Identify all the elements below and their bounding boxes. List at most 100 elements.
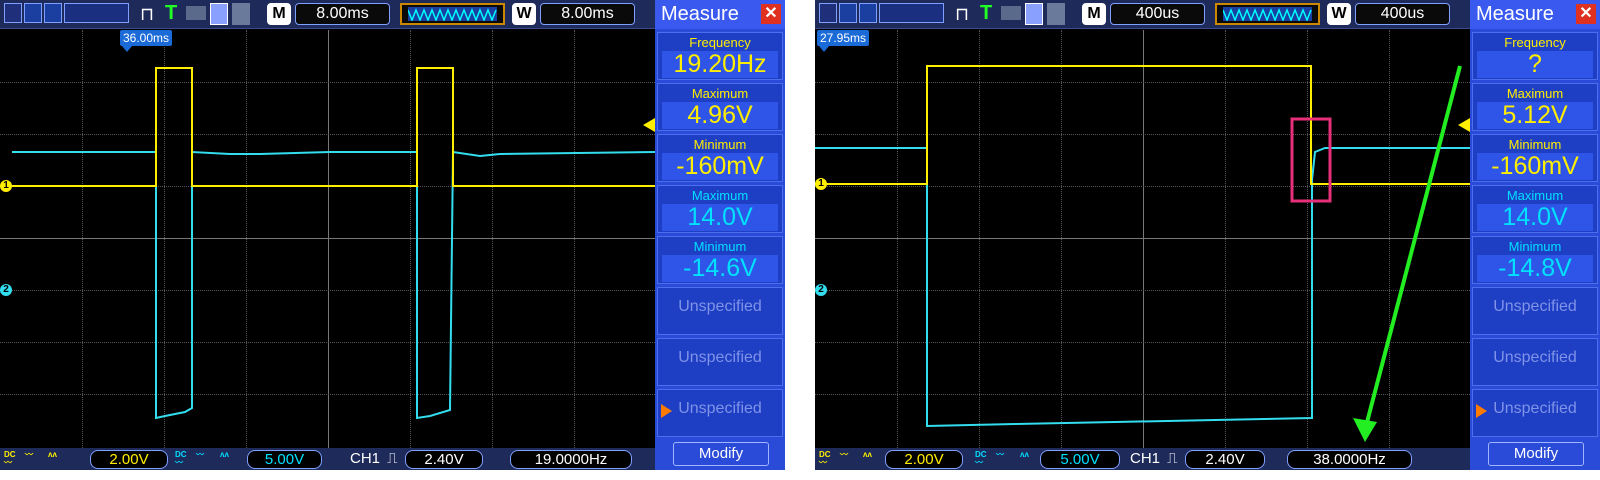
measure-item-unspecified[interactable]: Unspecified xyxy=(1472,338,1598,386)
measure-item-ch1-minimum[interactable]: Minimum -160mV xyxy=(657,134,783,182)
trigger-position-label: 27.95ms xyxy=(817,30,870,52)
measure-label: Maximum xyxy=(1506,86,1564,101)
ch1-bandwidth-icon: ʌʌ xyxy=(48,450,57,459)
measure-value: -160mV xyxy=(1477,153,1593,180)
ch1-scale-value[interactable]: 2.00V xyxy=(885,450,963,469)
measure-value: 19.20Hz xyxy=(662,51,778,78)
trigger-level-value[interactable]: 2.40V xyxy=(1185,450,1265,469)
trigger-edge-icon: ⊓ xyxy=(140,4,155,24)
save-icon[interactable] xyxy=(1025,3,1043,25)
ch2-bandwidth-icon: ʌʌ xyxy=(1020,450,1029,459)
waveform-display: 36.00ms 1 2 xyxy=(0,30,655,448)
measure-label: Frequency xyxy=(689,35,751,50)
window-timebase-value: 8.00ms xyxy=(540,3,635,25)
measure-unspecified-label: Unspecified xyxy=(678,400,762,417)
measure-item-ch1-minimum[interactable]: Minimum -160mV xyxy=(1472,134,1598,182)
measure-label: Minimum xyxy=(693,137,747,152)
trigger-source-label: CH1 xyxy=(350,450,381,467)
rising-edge-icon: ⎍ xyxy=(387,450,398,467)
ch2-marker[interactable]: 2 xyxy=(815,284,827,296)
measure-panel: Measure ✕ Frequency ? Maximum 5.12V Mini… xyxy=(1470,0,1600,470)
trigger-level-marker[interactable] xyxy=(1458,118,1470,132)
measure-item-ch2-minimum[interactable]: Minimum -14.6V xyxy=(657,236,783,284)
measure-item-unspecified[interactable]: Unspecified xyxy=(657,287,783,335)
modify-button[interactable]: Modify xyxy=(1488,442,1584,466)
window-timebase-button[interactable]: W xyxy=(512,3,536,25)
modify-button[interactable]: Modify xyxy=(673,442,769,466)
ch2-scale-value[interactable]: 5.00V xyxy=(1040,450,1120,469)
measure-item-ch2-minimum[interactable]: Minimum -14.8V xyxy=(1472,236,1598,284)
math-wave-icon[interactable] xyxy=(4,3,22,23)
usb-icon xyxy=(1001,6,1021,20)
ch2-probe-icon: 〰 xyxy=(996,450,1004,459)
frequency-counter-value: 38.0000Hz xyxy=(1287,450,1412,469)
display-icon[interactable] xyxy=(859,3,877,23)
ch1-scale-value[interactable]: 2.00V xyxy=(90,450,168,469)
measure-item-unspecified[interactable]: Unspecified xyxy=(657,338,783,386)
ch1-probe-icon: 〰 xyxy=(840,450,848,459)
math-wave-icon[interactable] xyxy=(819,3,837,23)
measure-value: -14.8V xyxy=(1477,255,1593,282)
measure-unspecified-label: Unspecified xyxy=(678,298,762,315)
measure-item-unspecified[interactable]: Unspecified xyxy=(1472,287,1598,335)
ch2-probe-icon: 〰 xyxy=(196,450,204,459)
print-icon[interactable] xyxy=(1047,3,1065,25)
measure-item-ch2-maximum[interactable]: Maximum 14.0V xyxy=(1472,185,1598,233)
measure-label: Minimum xyxy=(693,239,747,254)
waveform-window-indicator xyxy=(400,3,505,25)
rising-edge-icon: ⎍ xyxy=(1167,450,1178,467)
ch1-marker[interactable]: 1 xyxy=(0,180,12,192)
measure-panel: Measure ✕ Frequency 19.20Hz Maximum 4.96… xyxy=(655,0,785,470)
main-timebase-button[interactable]: M xyxy=(267,3,291,25)
ch1-probe-icon: 〰 xyxy=(25,450,33,459)
measure-item-ch1-maximum[interactable]: Maximum 4.96V xyxy=(657,83,783,131)
run-status-field xyxy=(879,3,944,23)
measure-label: Frequency xyxy=(1504,35,1566,50)
ch2-bandwidth-icon: ʌʌ xyxy=(220,450,229,459)
trigger-level-value[interactable]: 2.40V xyxy=(405,450,483,469)
measure-label: Minimum xyxy=(1508,239,1562,254)
measure-value: 4.96V xyxy=(662,102,778,129)
save-icon[interactable] xyxy=(210,3,228,25)
usb-icon xyxy=(186,6,206,20)
toolbar: ⊓ T M 400us W 400us xyxy=(815,0,1470,29)
measure-unspecified-label: Unspecified xyxy=(1493,298,1577,315)
cursor-icon[interactable] xyxy=(839,3,857,23)
measure-item-frequency[interactable]: Frequency ? xyxy=(1472,32,1598,80)
measure-label: Maximum xyxy=(691,188,749,203)
trigger-state-icon: T xyxy=(165,2,178,24)
ch2-scale-value[interactable]: 5.00V xyxy=(247,450,322,469)
close-icon[interactable]: ✕ xyxy=(1576,4,1596,24)
ch2-marker[interactable]: 2 xyxy=(0,284,12,296)
trigger-source-label: CH1 xyxy=(1130,450,1161,467)
cursor-icon[interactable] xyxy=(24,3,42,23)
measure-item-frequency[interactable]: Frequency 19.20Hz xyxy=(657,32,783,80)
status-bar: DC 〰 〰 ʌʌ 2.00V DC 〰 〰 ʌʌ 5.00V CH1 ⎍ 2.40… xyxy=(815,448,1470,470)
display-icon[interactable] xyxy=(44,3,62,23)
oscilloscope-screenshot-left: ⊓ T M 8.00ms W 8.00ms 36.00ms 1 2 DC 〰 〰… xyxy=(0,0,785,470)
status-bar: DC 〰 〰 ʌʌ 2.00V DC 〰 〰 ʌʌ 5.00V CH1 ⎍ 2.40… xyxy=(0,448,655,470)
measure-item-ch1-maximum[interactable]: Maximum 5.12V xyxy=(1472,83,1598,131)
run-status-field xyxy=(64,3,129,23)
main-timebase-value: 8.00ms xyxy=(295,3,390,25)
measure-item-unspecified[interactable]: Unspecified xyxy=(657,389,783,437)
window-timebase-button[interactable]: W xyxy=(1327,3,1351,25)
main-timebase-value: 400us xyxy=(1110,3,1205,25)
print-icon[interactable] xyxy=(232,3,250,25)
close-icon[interactable]: ✕ xyxy=(761,4,781,24)
measure-unspecified-label: Unspecified xyxy=(1493,400,1577,417)
main-timebase-button[interactable]: M xyxy=(1082,3,1106,25)
measure-value: 5.12V xyxy=(1477,102,1593,129)
measure-item-ch2-maximum[interactable]: Maximum 14.0V xyxy=(657,185,783,233)
trigger-level-marker[interactable] xyxy=(643,118,655,132)
ch1-marker[interactable]: 1 xyxy=(815,178,827,190)
window-timebase-value: 400us xyxy=(1355,3,1450,25)
measure-value: -14.6V xyxy=(662,255,778,282)
waveform-window-indicator xyxy=(1215,3,1320,25)
measure-item-unspecified[interactable]: Unspecified xyxy=(1472,389,1598,437)
ch2-coupling-icon: DC 〰 xyxy=(975,450,987,467)
measure-value: ? xyxy=(1477,51,1593,78)
ch1-coupling-icon: DC 〰 xyxy=(4,450,16,467)
oscilloscope-screenshot-right: ⊓ T M 400us W 400us 27.95ms 1 2 DC 〰 〰 ʌ… xyxy=(815,0,1600,470)
waveform-display: 27.95ms 1 2 xyxy=(815,30,1470,448)
